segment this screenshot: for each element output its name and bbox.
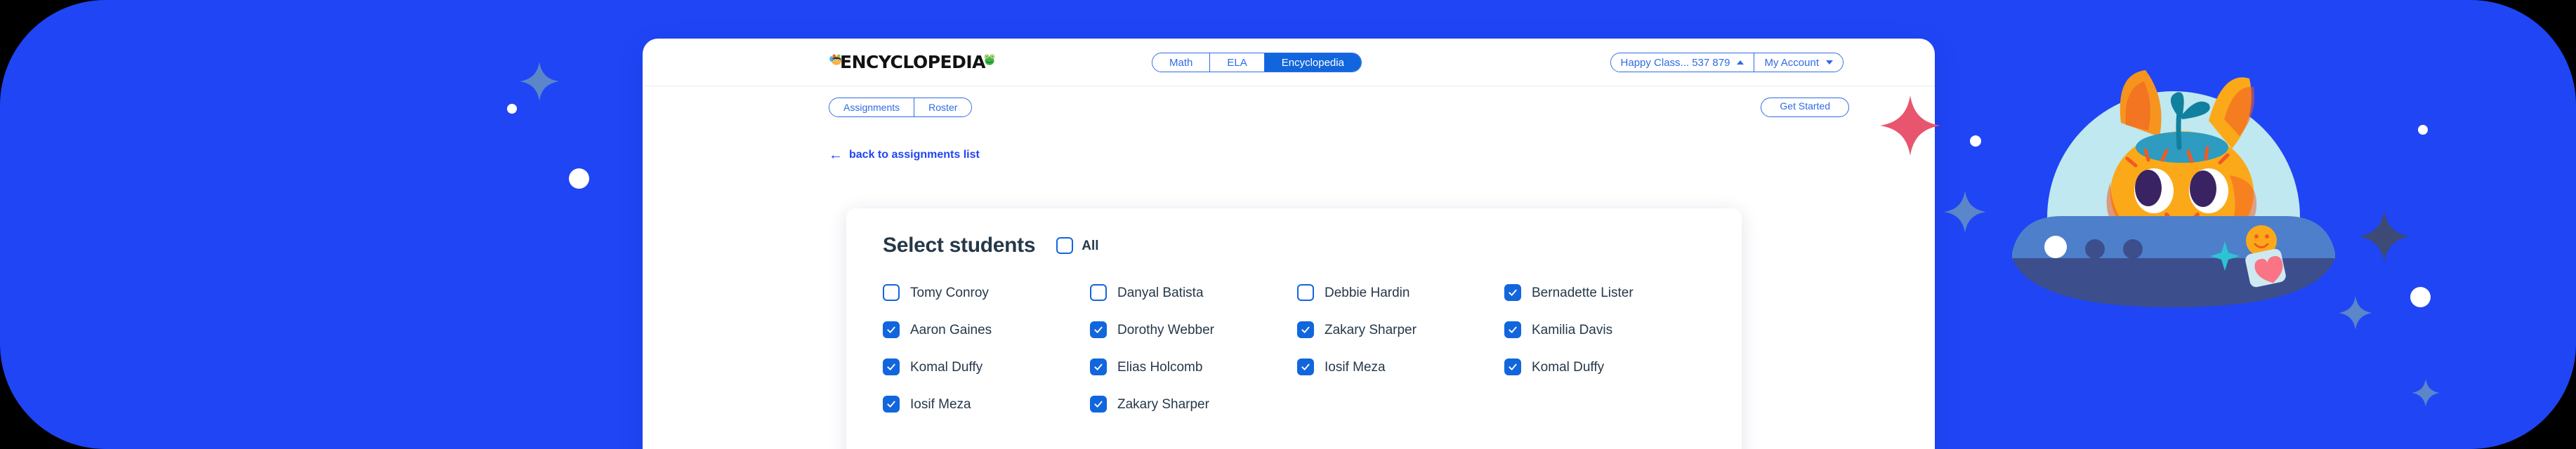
cat-in-spaceship-mascot — [1998, 42, 2349, 323]
checkbox-student[interactable] — [883, 321, 900, 338]
student-row[interactable]: Zakary Sharper — [1297, 321, 1504, 338]
arrow-left-icon: ← — [829, 147, 843, 163]
checkbox-all[interactable] — [1056, 237, 1074, 254]
check-icon — [887, 326, 895, 333]
sparkle-steel-mid-right — [1944, 191, 1986, 233]
class-selector[interactable]: Happy Class... 537 879 — [1610, 53, 1755, 72]
sparkle-pink-card-edge — [1880, 95, 1940, 156]
student-name: Kamilia Davis — [1532, 322, 1613, 337]
student-name: Zakary Sharper — [1117, 396, 1209, 412]
logo-wordmark: ENCYCLOPEDIA — [840, 51, 986, 72]
tab-math[interactable]: Math — [1152, 53, 1211, 72]
caret-up-icon — [1737, 60, 1744, 65]
check-icon — [1301, 326, 1310, 333]
student-row[interactable]: Elias Holcomb — [1090, 358, 1297, 375]
tab-assignments[interactable]: Assignments — [829, 98, 915, 116]
check-icon — [1301, 363, 1310, 370]
checkbox-student[interactable] — [1090, 358, 1107, 375]
student-name: Komal Duffy — [1532, 359, 1605, 375]
student-row[interactable]: Danyal Batista — [1090, 284, 1297, 301]
dot-medium-far-right — [2410, 287, 2431, 307]
student-row[interactable]: Debbie Hardin — [1297, 284, 1504, 301]
dot-small-card-right — [1970, 135, 1981, 147]
student-row[interactable]: Komal Duffy — [1504, 358, 1711, 375]
select-students-card: Select students All Tomy Conroy Danyal Ba… — [846, 208, 1742, 449]
back-to-assignments-link[interactable]: ← back to assignments list — [829, 148, 980, 162]
tab-encyclopedia[interactable]: Encyclopedia — [1264, 53, 1361, 72]
checkbox-student[interactable] — [1504, 284, 1521, 301]
checkbox-student[interactable] — [1090, 321, 1107, 338]
student-name: Dorothy Webber — [1117, 322, 1214, 337]
checkbox-student[interactable] — [883, 396, 900, 413]
checkbox-student[interactable] — [1090, 284, 1107, 301]
check-icon — [1509, 363, 1517, 370]
checkbox-student[interactable] — [1090, 396, 1107, 413]
page-title: Select students — [883, 234, 1036, 257]
sparkle-steel-top-left — [520, 62, 559, 101]
check-icon — [887, 363, 895, 370]
checkbox-student[interactable] — [1297, 284, 1314, 301]
dot-small-upper-left — [507, 104, 517, 114]
encyclopedia-logo: ENCYCLOPEDIA — [829, 50, 997, 74]
student-name: Tomy Conroy — [910, 285, 989, 300]
student-row[interactable]: Iosif Meza — [883, 396, 1090, 413]
dot-small-bottom — [2418, 125, 2428, 135]
section-tab-group[interactable]: Assignments Roster — [829, 98, 973, 117]
dot-large-left — [569, 168, 589, 189]
student-checkbox-grid: Tomy Conroy Danyal Batista Debbie Hardin Be… — [883, 284, 1711, 413]
student-name: Aaron Gaines — [910, 322, 992, 337]
student-row[interactable]: Kamilia Davis — [1504, 321, 1711, 338]
checkbox-student[interactable] — [883, 358, 900, 375]
back-link-label: back to assignments list — [849, 149, 980, 161]
student-name: Iosif Meza — [1325, 359, 1386, 375]
blue-backdrop: ENCYCLOPEDIA Math ELA Encyclopedia Happy… — [0, 0, 2576, 449]
app-header: ENCYCLOPEDIA Math ELA Encyclopedia Happy… — [643, 39, 1935, 86]
subject-tab-group[interactable]: Math ELA Encyclopedia — [1152, 53, 1362, 72]
checkbox-student[interactable] — [1504, 321, 1521, 338]
account-menu[interactable]: My Account — [1754, 53, 1843, 72]
student-row[interactable]: Tomy Conroy — [883, 284, 1090, 301]
sparkle-steel-lower-left — [2412, 379, 2440, 407]
student-row[interactable]: Iosif Meza — [1297, 358, 1504, 375]
student-name: Elias Holcomb — [1117, 359, 1203, 375]
app-window-card: ENCYCLOPEDIA Math ELA Encyclopedia Happy… — [643, 39, 1935, 449]
select-all-row[interactable]: All — [1056, 237, 1099, 254]
checkbox-student[interactable] — [883, 284, 900, 301]
select-students-header: Select students All — [883, 235, 1099, 256]
student-name: Zakary Sharper — [1325, 322, 1417, 337]
tab-ela[interactable]: ELA — [1210, 53, 1265, 72]
student-row[interactable]: Zakary Sharper — [1090, 396, 1297, 413]
checkbox-student[interactable] — [1504, 358, 1521, 375]
account-menu-label: My Account — [1764, 56, 1819, 69]
check-icon — [1094, 326, 1103, 333]
check-icon — [1094, 401, 1103, 408]
check-icon — [887, 401, 895, 408]
frog-mascot-icon — [984, 53, 995, 65]
class-selector-label: Happy Class... 537 879 — [1620, 56, 1730, 69]
student-name: Bernadette Lister — [1532, 285, 1634, 300]
caret-down-icon — [1826, 60, 1833, 65]
check-icon — [1509, 326, 1517, 333]
student-row[interactable]: Aaron Gaines — [883, 321, 1090, 338]
student-row[interactable]: Dorothy Webber — [1090, 321, 1297, 338]
screenshot-root: ENCYCLOPEDIA Math ELA Encyclopedia Happy… — [0, 0, 2576, 449]
check-icon — [1509, 289, 1517, 296]
get-started-button[interactable]: Get Started — [1761, 98, 1849, 117]
header-right-controls: Happy Class... 537 879 My Account — [1610, 53, 1844, 72]
section-bar: Assignments Roster Get Started — [643, 86, 1935, 126]
checkbox-student[interactable] — [1297, 358, 1314, 375]
class-selector-group[interactable]: Happy Class... 537 879 My Account — [1610, 53, 1844, 72]
student-name: Debbie Hardin — [1325, 285, 1410, 300]
student-name: Komal Duffy — [910, 359, 983, 375]
check-icon — [1094, 363, 1103, 370]
student-name: Danyal Batista — [1117, 285, 1204, 300]
sparkle-navy-far-right — [2358, 210, 2410, 262]
checkbox-student[interactable] — [1297, 321, 1314, 338]
select-all-label: All — [1082, 238, 1099, 253]
student-row[interactable]: Komal Duffy — [883, 358, 1090, 375]
student-row[interactable]: Bernadette Lister — [1504, 284, 1711, 301]
student-name: Iosif Meza — [910, 396, 971, 412]
tab-roster[interactable]: Roster — [914, 98, 972, 116]
